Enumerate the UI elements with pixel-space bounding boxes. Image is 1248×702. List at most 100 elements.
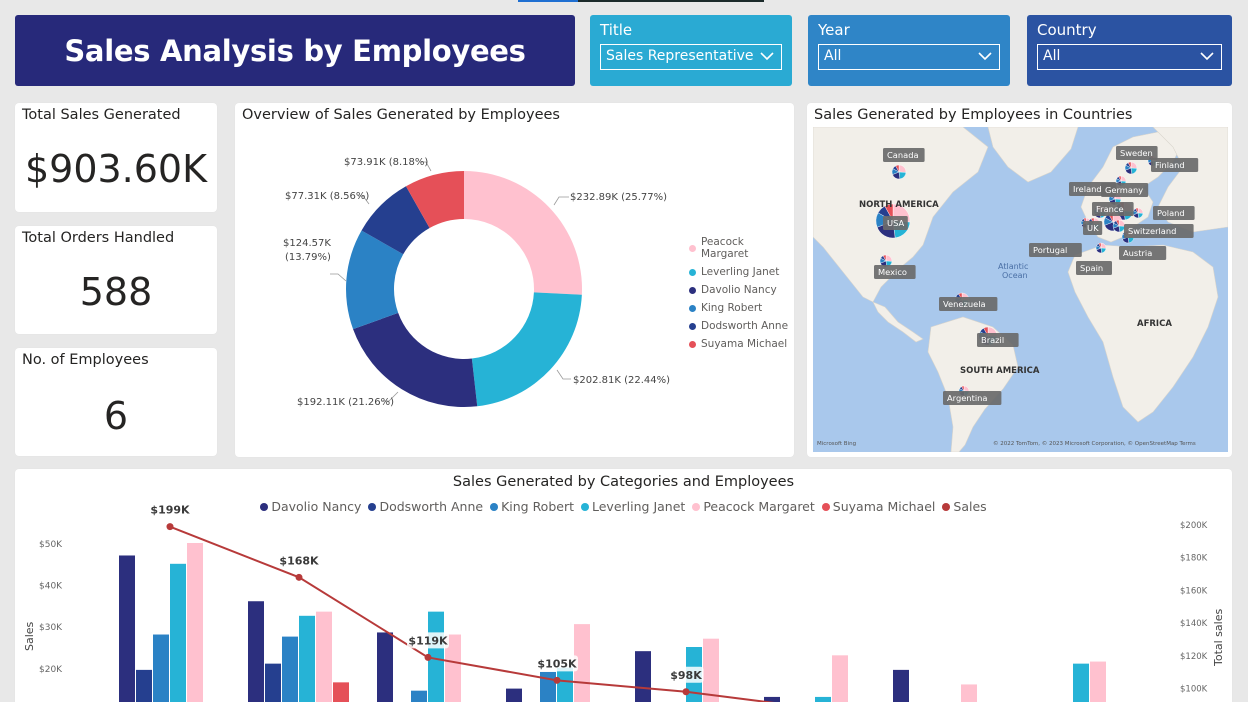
y2-tick-label: $200K xyxy=(1180,521,1208,531)
donut-legend: Peacock Margaret Leverling Janet Davolio… xyxy=(689,236,794,356)
chevron-down-icon xyxy=(978,52,992,61)
donut-label-dodsworth: $77.31K (8.56%) xyxy=(285,191,369,202)
sales-data-label: $168K xyxy=(279,554,319,567)
bar-peacock-margaret[interactable] xyxy=(316,611,332,702)
legend-item[interactable]: Dodsworth Anne xyxy=(689,320,794,332)
total-orders-label: Total Orders Handled xyxy=(22,230,175,246)
map-title: Sales Generated by Employees in Countrie… xyxy=(814,107,1133,123)
donut-label-suyama: $73.91K (8.18%) xyxy=(344,157,428,168)
bar-peacock-margaret[interactable] xyxy=(703,638,719,702)
bar-davolio-nancy[interactable] xyxy=(377,632,393,702)
bar-king-robert[interactable] xyxy=(540,671,556,702)
country-label: France xyxy=(1096,204,1124,214)
total-sales-card[interactable]: Total Sales Generated $903.60K xyxy=(15,103,217,212)
bar-davolio-nancy[interactable] xyxy=(506,688,522,702)
country-label: Switzerland xyxy=(1128,226,1176,236)
year-slicer-dropdown[interactable]: All xyxy=(818,44,1000,70)
bar-king-robert[interactable] xyxy=(153,634,169,702)
legend-item[interactable]: Leverling Janet xyxy=(689,266,794,278)
sales-line-point[interactable] xyxy=(166,523,174,531)
combo-chart: Sales Total sales $50K $40K $30K $20K $200K $… xyxy=(23,501,1225,702)
bar-davolio-nancy[interactable] xyxy=(893,669,909,702)
country-label: Spain xyxy=(1080,263,1103,273)
country-label: Ireland xyxy=(1073,184,1102,194)
bar-leverling-janet[interactable] xyxy=(170,563,186,702)
sales-line-point[interactable] xyxy=(424,653,432,661)
combo-chart-card[interactable]: Sales Generated by Categories and Employ… xyxy=(15,469,1232,702)
bar-davolio-nancy[interactable] xyxy=(635,651,651,702)
donut-label-king-1: $124.57K xyxy=(283,238,331,249)
legend-item[interactable]: Suyama Michael xyxy=(689,338,794,350)
employees-label: No. of Employees xyxy=(22,352,149,368)
y-tick-label: $40K xyxy=(39,582,63,592)
top-tab-indicator xyxy=(518,0,764,2)
employees-card[interactable]: No. of Employees 6 xyxy=(15,348,217,456)
leader-line xyxy=(556,369,571,380)
country-label: Canada xyxy=(887,150,919,160)
legend-item[interactable]: Davolio Nancy xyxy=(689,284,794,296)
legend-marker xyxy=(689,244,696,252)
legend-marker xyxy=(689,340,696,348)
country-label: Finland xyxy=(1155,160,1185,170)
ocean-label-1: Atlantic xyxy=(998,262,1028,271)
region-label: NORTH AMERICA xyxy=(859,200,939,210)
donut-label-peacock: $232.89K (25.77%) xyxy=(570,192,667,203)
donut-slice-davolio[interactable] xyxy=(353,312,478,408)
y2-axis-title: Total sales xyxy=(1212,609,1225,667)
title-slicer-value: Sales Representative xyxy=(606,48,754,64)
sales-data-label: $199K xyxy=(150,504,190,517)
bar-peacock-margaret[interactable] xyxy=(187,543,203,702)
total-orders-card[interactable]: Total Orders Handled 588 xyxy=(15,226,217,334)
chevron-down-icon xyxy=(1200,52,1214,61)
bar-davolio-nancy[interactable] xyxy=(248,601,264,702)
country-label: Austria xyxy=(1123,248,1152,258)
donut-slice-leverling[interactable] xyxy=(471,292,582,407)
sales-line-point[interactable] xyxy=(553,676,561,684)
y-axis-title: Sales xyxy=(23,621,36,651)
bar-king-robert[interactable] xyxy=(411,690,427,702)
country-label: Mexico xyxy=(878,267,907,277)
donut-label-davolio: $192.11K (21.26%) xyxy=(297,397,394,408)
country-slicer-dropdown[interactable]: All xyxy=(1037,44,1222,70)
bar-suyama-michael[interactable] xyxy=(333,682,349,702)
sales-line-point[interactable] xyxy=(682,688,690,696)
sales-line-point[interactable] xyxy=(295,573,303,581)
bar-leverling-janet[interactable] xyxy=(815,696,831,702)
dashboard-title-box: Sales Analysis by Employees xyxy=(15,15,575,86)
employees-value: 6 xyxy=(103,394,129,438)
region-label: AFRICA xyxy=(1137,319,1172,329)
country-label: Brazil xyxy=(981,335,1004,345)
legend-item[interactable]: Peacock Margaret xyxy=(689,236,794,260)
map-card[interactable]: Sales Generated by Employees in Countrie… xyxy=(807,103,1232,457)
donut-slice-peacock[interactable] xyxy=(464,171,582,295)
country-label: Sweden xyxy=(1120,148,1153,158)
total-sales-label: Total Sales Generated xyxy=(22,107,181,123)
bar-peacock-margaret[interactable] xyxy=(1090,661,1106,702)
legend-item[interactable]: King Robert xyxy=(689,302,794,314)
bar-peacock-margaret[interactable] xyxy=(832,655,848,702)
title-slicer-label: Title xyxy=(600,21,633,39)
legend-marker xyxy=(689,322,696,330)
title-slicer-dropdown[interactable]: Sales Representative xyxy=(600,44,782,70)
legend-label: Leverling Janet xyxy=(701,266,780,278)
bar-dodsworth-anne[interactable] xyxy=(265,663,281,702)
year-slicer: Year All xyxy=(808,15,1010,86)
bar-leverling-janet[interactable] xyxy=(299,615,315,702)
bar-dodsworth-anne[interactable] xyxy=(136,669,152,702)
bar-leverling-janet[interactable] xyxy=(557,667,573,702)
bar-peacock-margaret[interactable] xyxy=(961,684,977,702)
y-tick-label: $50K xyxy=(39,540,63,550)
leader-line xyxy=(330,273,347,282)
donut-chart-card[interactable]: Overview of Sales Generated by Employees… xyxy=(235,103,794,457)
legend-label: Dodsworth Anne xyxy=(701,320,789,332)
country-slicer-value: All xyxy=(1043,48,1061,64)
total-orders-value: 588 xyxy=(79,270,153,314)
map-canvas[interactable]: NORTH AMERICA SOUTH AMERICA AFRICA Atlan… xyxy=(813,127,1228,452)
sales-data-label: $105K xyxy=(537,657,577,670)
country-slicer-label: Country xyxy=(1037,21,1097,39)
bar-king-robert[interactable] xyxy=(282,636,298,702)
legend-marker xyxy=(689,304,696,312)
bar-davolio-nancy[interactable] xyxy=(119,555,135,702)
bar-leverling-janet[interactable] xyxy=(1073,663,1089,702)
y2-tick-label: $100K xyxy=(1180,685,1208,695)
